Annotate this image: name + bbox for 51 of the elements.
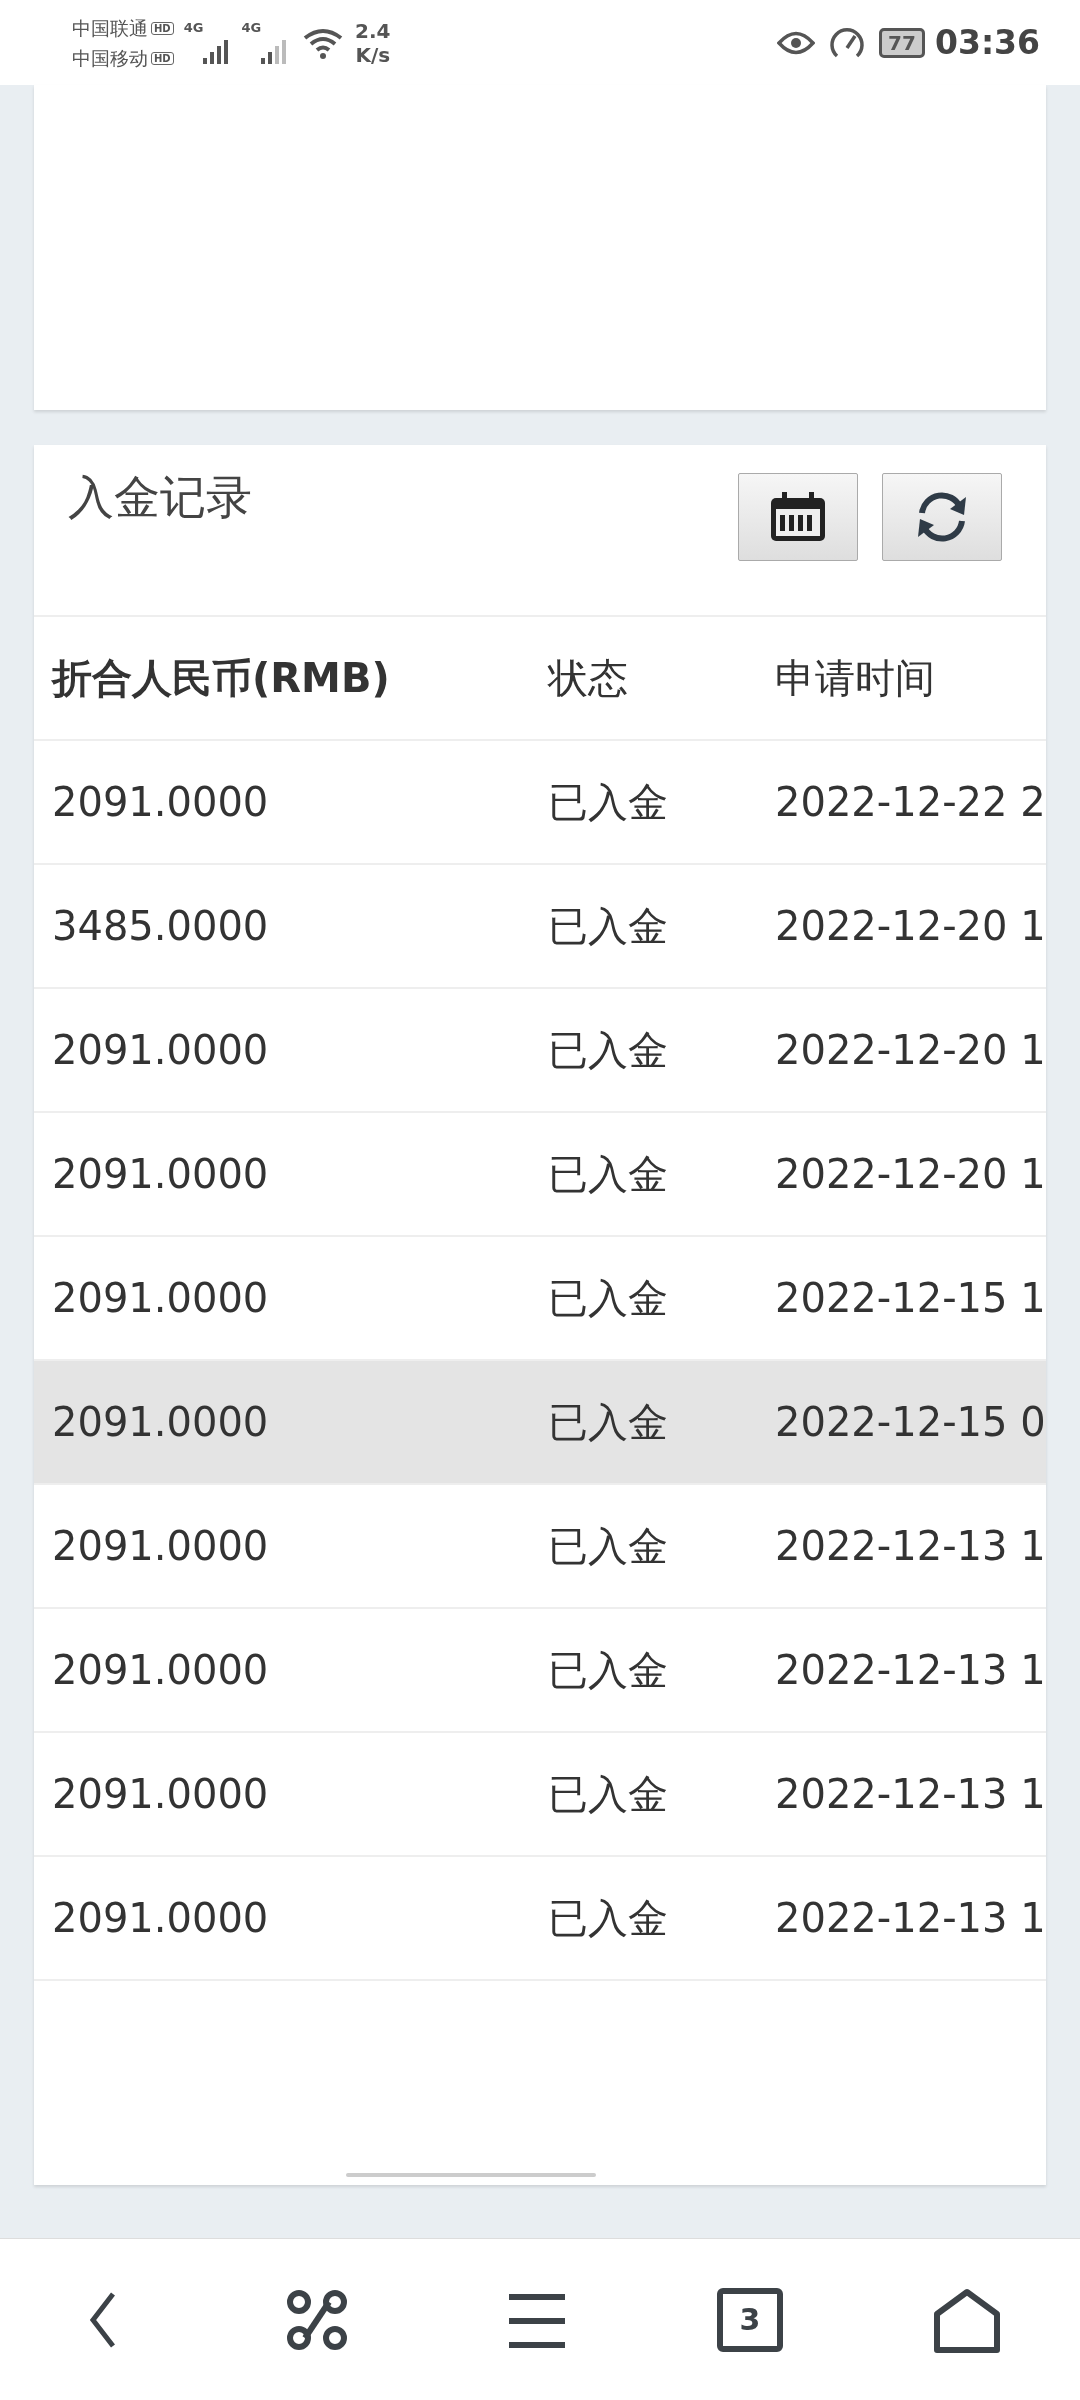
column-header: 状态: [548, 654, 629, 703]
table-cell-text: 已入金: [548, 1522, 669, 1571]
table-cell-text: 2022-12-15 0: [775, 1398, 1046, 1447]
calendar-button[interactable]: [738, 473, 858, 561]
gauge-icon: [829, 25, 866, 60]
clock: 03:36: [934, 21, 1040, 64]
table-cell-text: 2091.0000: [51, 1646, 270, 1695]
column-header: 申请时间: [775, 654, 935, 703]
battery-indicator: 77: [879, 27, 925, 58]
table-cell-text: 2091.0000: [51, 1026, 270, 1075]
table-cell-text: 2022-12-15 1: [775, 1274, 1046, 1323]
table-cell-text: 2091.0000: [51, 1398, 270, 1447]
network-type: 4G: [241, 19, 262, 37]
table-cell-text: 2091.0000: [51, 1150, 270, 1199]
table-cell-text: 2022-12-13 1: [775, 1646, 1046, 1695]
table-cell-text: 2022-12-20 1: [775, 902, 1046, 951]
calendar-icon: [768, 491, 828, 543]
table-cell-text: 3485.0000: [51, 902, 270, 951]
table-cell-text: 已入金: [548, 1026, 669, 1075]
table-cell-text: 2091.0000: [51, 1770, 270, 1819]
table-cell-text: 已入金: [548, 778, 669, 827]
table-cell-text: 2022-12-20 1: [775, 1026, 1046, 1075]
table-cell-text: 2091.0000: [51, 778, 270, 827]
table-cell-text: 已入金: [548, 1150, 669, 1199]
table-cell-text: 2022-12-13 1: [775, 1770, 1046, 1819]
network-type: 4G: [183, 19, 204, 37]
table-cell-text: 已入金: [548, 1770, 669, 1819]
table-cell-text: 已入金: [548, 1646, 669, 1695]
table-cell-text: 2022-12-20 1: [775, 1150, 1046, 1199]
carrier-name: 中国联通: [72, 16, 148, 39]
table-cell-text: 2022-12-13 1: [775, 1522, 1046, 1571]
table-cell-text: 已入金: [548, 1274, 669, 1323]
table-cell-text: 2091.0000: [51, 1274, 270, 1323]
table-cell-text: 已入金: [548, 902, 669, 951]
tab-count-button[interactable]: 3: [717, 2287, 783, 2352]
carrier-name: 中国移动: [72, 46, 148, 69]
table-cell-text: 2022-12-22 2: [775, 778, 1046, 827]
network-speed: 2.4: [355, 18, 391, 43]
hd-badge: HD: [151, 52, 174, 65]
column-header: 折合人民币(RMB): [50, 654, 391, 703]
refresh-button[interactable]: [882, 473, 1002, 561]
hd-badge: HD: [151, 22, 174, 35]
table-cell-text: 已入金: [548, 1398, 669, 1447]
eye-icon: [777, 29, 816, 56]
table-cell-text: 2022-12-13 1: [775, 1894, 1046, 1943]
table-cell-text: 已入金: [548, 1894, 669, 1943]
network-speed: K/s: [355, 42, 391, 67]
command-icon: [285, 2287, 349, 2352]
table-cell-text: 2091.0000: [51, 1522, 270, 1571]
table-cell-text: 2091.0000: [51, 1894, 270, 1943]
section-title: 入金记录: [68, 470, 253, 526]
